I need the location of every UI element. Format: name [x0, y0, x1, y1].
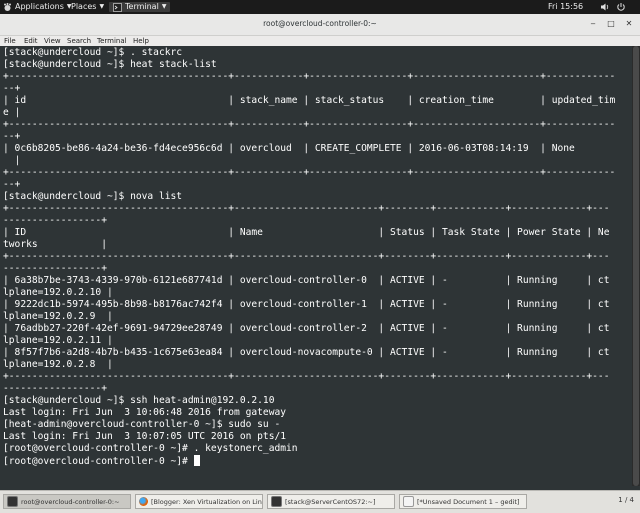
terminal-line: --+: [3, 179, 21, 190]
places-menu[interactable]: Places ▼: [71, 2, 104, 12]
window-title: root@overcloud-controller-0:~: [263, 19, 377, 28]
terminal-prompt: [root@overcloud-controller-0 ~]#: [3, 456, 194, 467]
menu-view[interactable]: View: [44, 37, 61, 45]
taskbar-item-label: root@overcloud-controller-0:~: [21, 497, 120, 506]
terminal-line: -----------------+: [3, 263, 107, 274]
terminal-scrollbar[interactable]: [632, 46, 640, 486]
terminal-line: e |: [3, 107, 21, 118]
taskbar-item-label: [stack@ServerCentOS72:~]: [285, 497, 376, 506]
terminal-line: [stack@undercloud ~]$ nova list: [3, 191, 183, 202]
text-cursor: [193, 455, 200, 466]
terminal-line: lplane=192.0.2.10 |: [3, 287, 113, 298]
window-list-bar: root@overcloud-controller-0:~ [Blogger: …: [0, 490, 640, 513]
menu-edit[interactable]: Edit: [24, 37, 38, 45]
terminal-line: | ID | Name | Status | Task State | Powe…: [3, 227, 610, 238]
terminal-line: +--------------------------------------+…: [3, 71, 616, 82]
terminal-line: | id | stack_name | stack_status | creat…: [3, 95, 616, 106]
chevron-down-icon: ▼: [161, 3, 167, 10]
gnome-foot-icon: [3, 2, 12, 12]
terminal-line: Last login: Fri Jun 3 10:07:05 UTC 2016 …: [3, 431, 287, 442]
menu-terminal[interactable]: Terminal: [97, 37, 127, 45]
terminal-line: [root@overcloud-controller-0 ~]# . keyst…: [3, 443, 298, 454]
terminal-line: [stack@undercloud ~]$ ssh heat-admin@192…: [3, 395, 275, 406]
terminal-line: lplane=192.0.2.11 |: [3, 335, 113, 346]
active-app-label: Terminal: [125, 2, 159, 11]
taskbar-item-terminal[interactable]: root@overcloud-controller-0:~: [3, 494, 131, 509]
text-editor-icon: [403, 496, 414, 507]
terminal-line: +--------------------------------------+…: [3, 251, 610, 262]
power-icon[interactable]: [616, 2, 626, 12]
terminal-line: +--------------------------------------+…: [3, 167, 616, 178]
taskbar-item-firefox[interactable]: [Blogger: Xen Virtualization on Lin...: [135, 494, 263, 509]
terminal-icon: [271, 496, 282, 507]
terminal-line: --+: [3, 131, 21, 142]
taskbar-item-stack-terminal[interactable]: [stack@ServerCentOS72:~]: [267, 494, 395, 509]
terminal-line: | 0c6b8205-be86-4a24-be36-fd4ece956c6d |…: [3, 143, 575, 154]
terminal-line: |: [3, 155, 21, 166]
window-titlebar[interactable]: root@overcloud-controller-0:~ ‒ □ ✕: [0, 14, 640, 36]
chevron-down-icon: ▼: [99, 3, 105, 10]
scrollbar-thumb[interactable]: [633, 46, 639, 486]
terminal-line: | 76adbb27-220f-42ef-9691-94729ee28749 |…: [3, 323, 610, 334]
terminal-line: [stack@undercloud ~]$ heat stack-list: [3, 59, 217, 70]
applications-label: Applications: [15, 2, 64, 11]
taskbar-item-label: [Blogger: Xen Virtualization on Lin...: [151, 497, 263, 506]
terminal-line: | 6a38b7be-3743-4339-970b-6121e687741d |…: [3, 275, 610, 286]
terminal-line: [heat-admin@overcloud-controller-0 ~]$ s…: [3, 419, 281, 430]
terminal-line: tworks |: [3, 239, 107, 250]
minimize-button[interactable]: ‒: [588, 19, 598, 29]
menu-search[interactable]: Search: [67, 37, 91, 45]
menu-bar: File Edit View Search Terminal Help: [0, 36, 640, 46]
terminal-line: --+: [3, 83, 21, 94]
top-panel: Applications ▼ Places ▼ Terminal ▼ Fri 1…: [0, 0, 640, 14]
taskbar-item-gedit[interactable]: [*Unsaved Document 1 – gedit]: [399, 494, 527, 509]
applications-menu[interactable]: Applications ▼: [3, 2, 72, 12]
terminal-line: | 8f57f7b6-a2d8-4b7b-b435-1c675e63ea84 |…: [3, 347, 610, 358]
close-button[interactable]: ✕: [624, 19, 634, 29]
terminal-icon: [7, 496, 18, 507]
clock[interactable]: Fri 15:56: [548, 2, 583, 12]
maximize-button[interactable]: □: [606, 19, 616, 29]
workspace-indicator[interactable]: 1 / 4: [618, 496, 634, 504]
terminal-line: -----------------+: [3, 215, 107, 226]
active-app-menu[interactable]: Terminal ▼: [109, 2, 171, 12]
terminal-line: +--------------------------------------+…: [3, 203, 610, 214]
terminal-line: Last login: Fri Jun 3 10:06:48 2016 from…: [3, 407, 287, 418]
terminal-line: -----------------+: [3, 383, 107, 394]
terminal-line: [stack@undercloud ~]$ . stackrc: [3, 47, 183, 58]
terminal-line: +--------------------------------------+…: [3, 119, 616, 130]
terminal-output[interactable]: [stack@undercloud ~]$ . stackrc [stack@u…: [0, 46, 632, 486]
terminal-line: | 9222dc1b-5974-495b-8b98-b8176ac742f4 |…: [3, 299, 610, 310]
terminal-line: lplane=192.0.2.9 |: [3, 311, 113, 322]
terminal-icon: [113, 2, 122, 12]
volume-icon[interactable]: [600, 2, 610, 12]
firefox-icon: [139, 497, 148, 506]
menu-file[interactable]: File: [4, 37, 16, 45]
terminal-line: lplane=192.0.2.8 |: [3, 359, 113, 370]
terminal-line: +--------------------------------------+…: [3, 371, 610, 382]
places-label: Places: [71, 2, 97, 11]
menu-help[interactable]: Help: [133, 37, 149, 45]
taskbar-item-label: [*Unsaved Document 1 – gedit]: [417, 497, 520, 506]
terminal-prompt-line[interactable]: [root@overcloud-controller-0 ~]#: [3, 455, 200, 468]
